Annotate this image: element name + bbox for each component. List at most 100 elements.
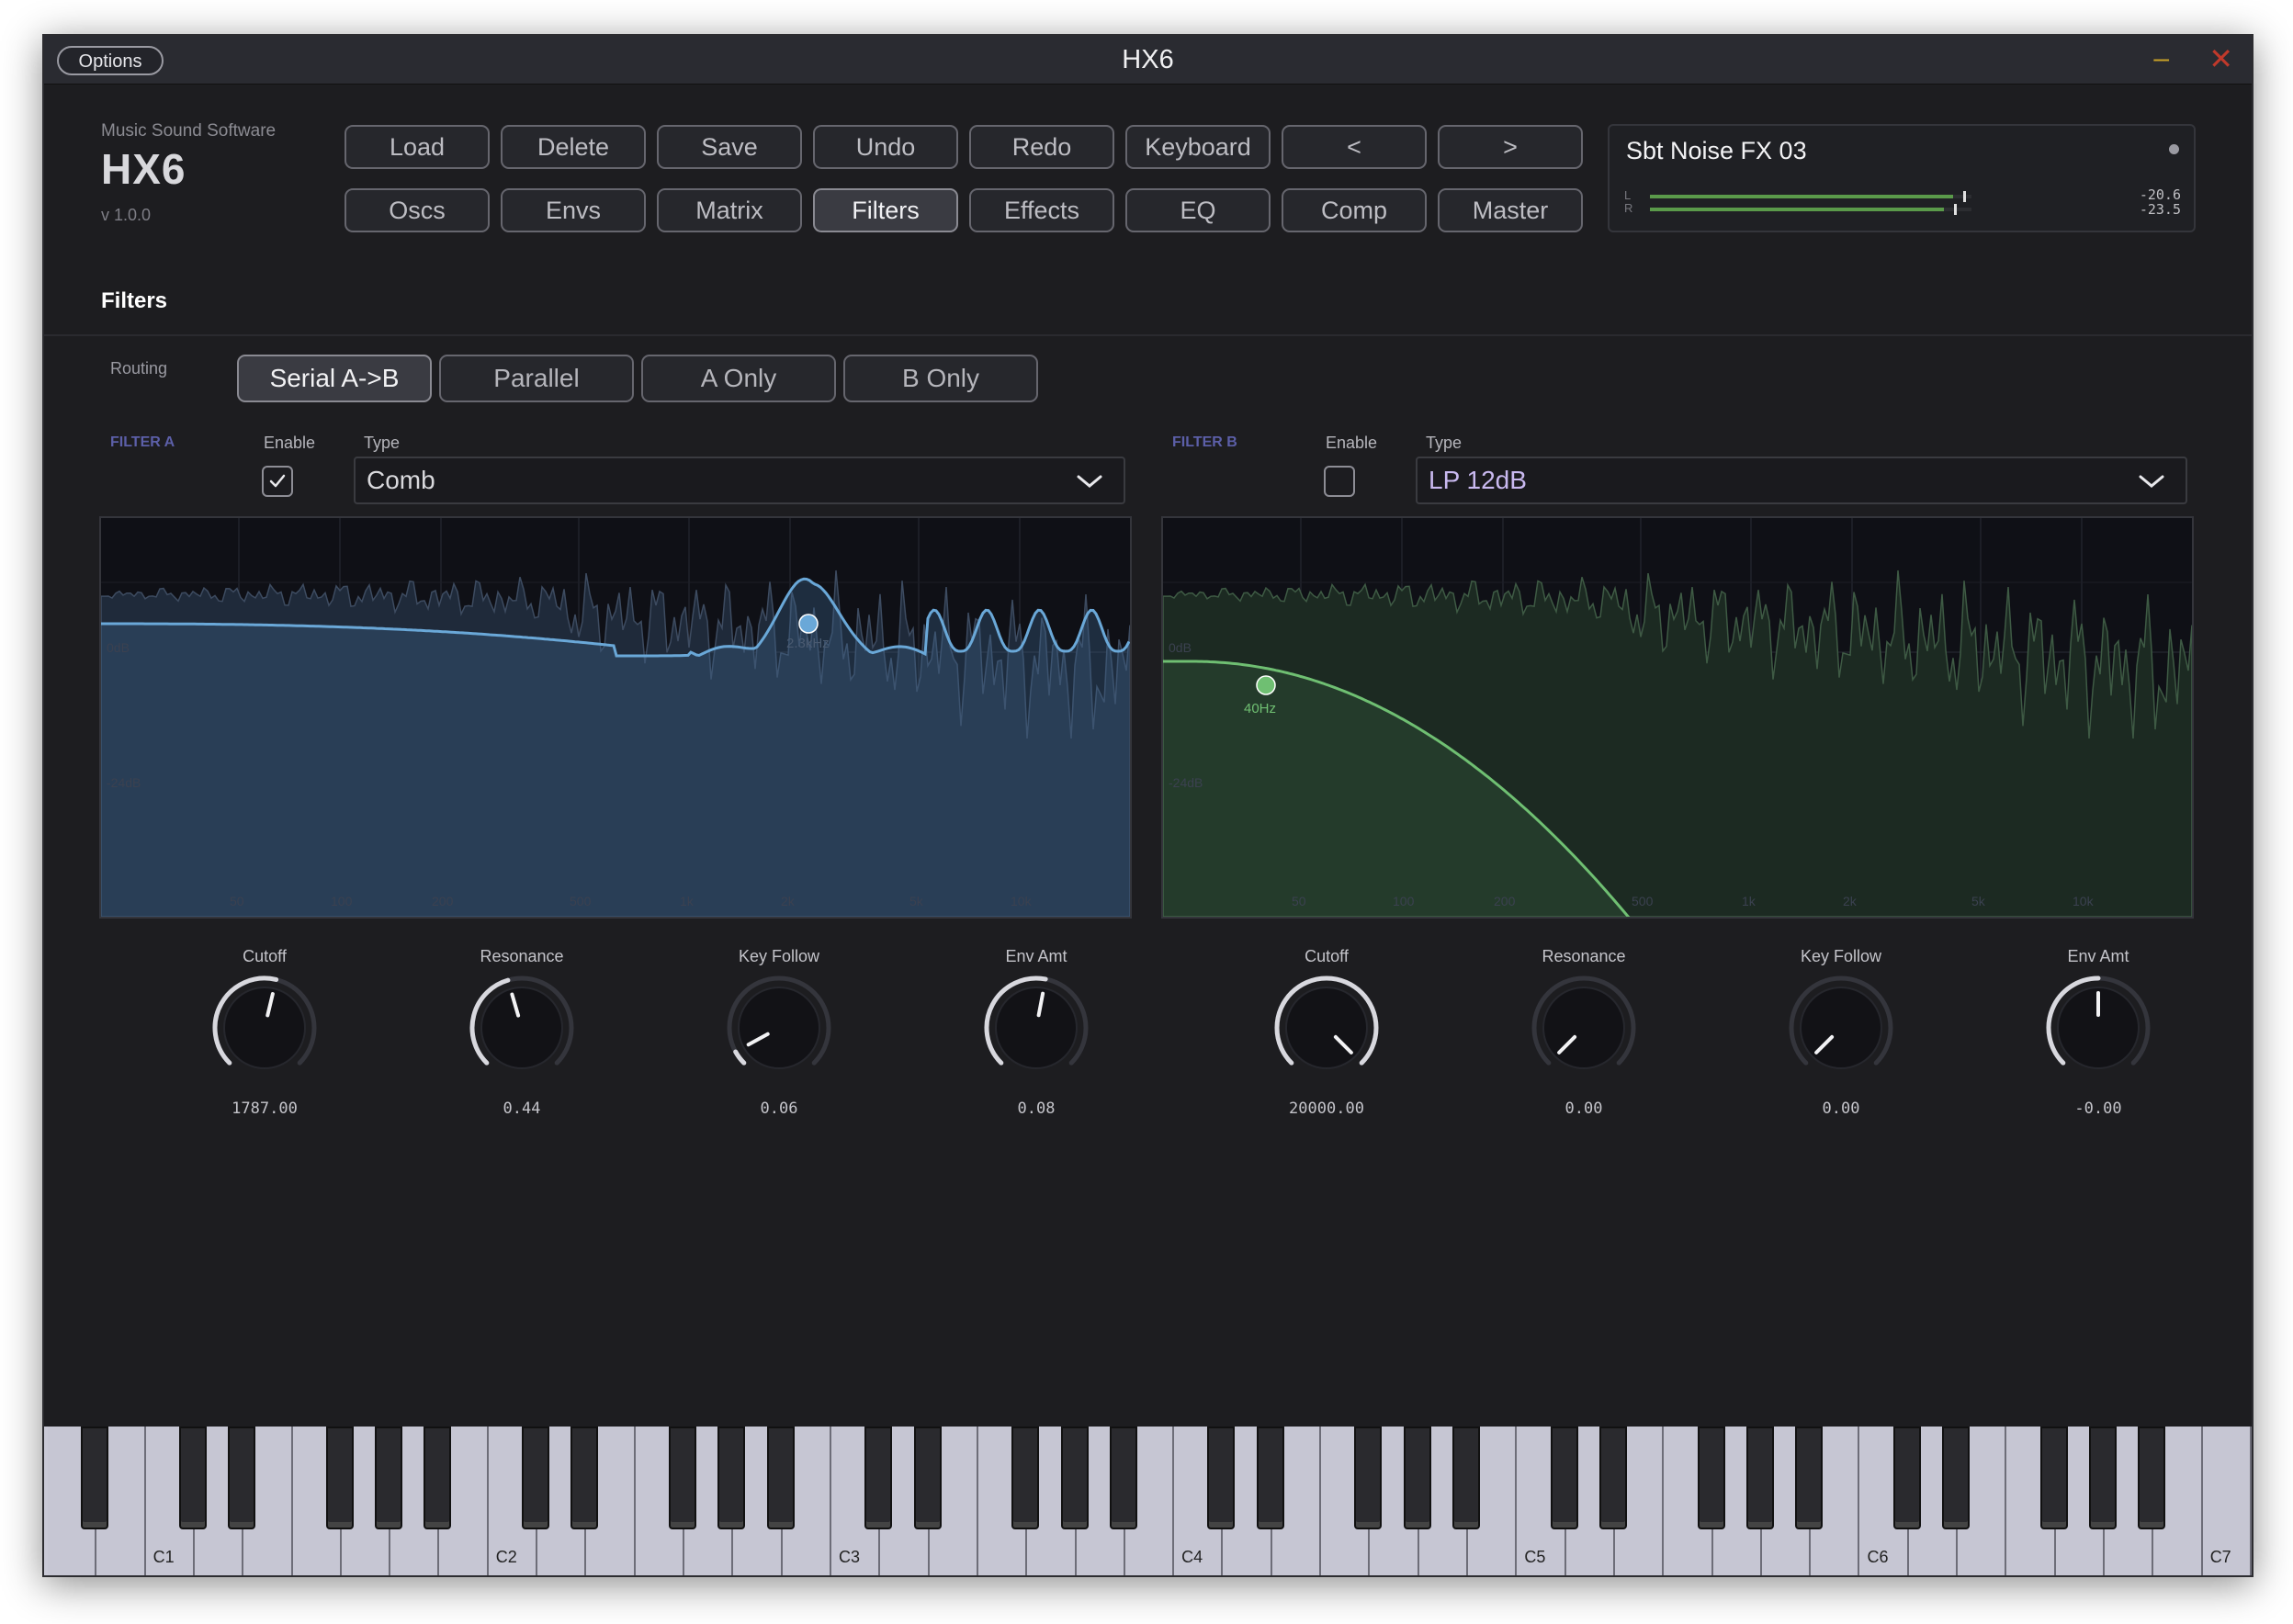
freq-label: 2k <box>781 894 796 908</box>
filter-a-cutoff-knob[interactable] <box>209 973 320 1083</box>
filter-a-enable-label: Enable <box>264 434 316 452</box>
checkmark-icon <box>269 474 286 488</box>
close-icon[interactable]: ✕ <box>2208 41 2233 76</box>
tab-matrix[interactable]: Matrix <box>657 188 802 232</box>
filter-b-enable-checkbox[interactable] <box>1324 466 1355 497</box>
octave-label: C3 <box>838 1548 860 1566</box>
piano-black-key[interactable] <box>1354 1427 1383 1529</box>
knob-body <box>738 987 820 1069</box>
piano-black-key[interactable] <box>1060 1427 1089 1529</box>
filter-a-resonance-value: 0.44 <box>503 1100 541 1118</box>
routing-b-only-button[interactable]: B Only <box>843 355 1038 402</box>
piano-black-key[interactable] <box>2138 1427 2166 1529</box>
filter-a-keyfollow-knob[interactable] <box>724 973 834 1083</box>
tab-oscs[interactable]: Oscs <box>345 188 490 232</box>
freq-label: 5k <box>909 894 924 908</box>
piano-black-key[interactable] <box>717 1427 746 1529</box>
piano-black-key[interactable] <box>766 1427 795 1529</box>
piano-black-key[interactable] <box>570 1427 599 1529</box>
routing-label: Routing <box>110 359 168 378</box>
piano-black-key[interactable] <box>1207 1427 1236 1529</box>
cutoff-handle[interactable] <box>1256 675 1276 695</box>
save-button[interactable]: Save <box>657 125 802 169</box>
piano-black-key[interactable] <box>228 1427 256 1529</box>
filter-a-enable-checkbox[interactable] <box>262 466 293 497</box>
next-preset-button[interactable]: > <box>1438 125 1583 169</box>
filter-b-resonance-knob[interactable] <box>1529 973 1639 1083</box>
piano-black-key[interactable] <box>1256 1427 1284 1529</box>
filter-a-response-graph[interactable]: 0dB -24dB 50 100 200 500 1k 2k 5k 10k 2.3kHz <box>99 516 1132 919</box>
routing-serial-button[interactable]: Serial A->B <box>237 355 432 402</box>
tab-envs[interactable]: Envs <box>501 188 646 232</box>
filter-a-resonance-knob[interactable] <box>467 973 577 1083</box>
piano-black-key[interactable] <box>325 1427 354 1529</box>
brand-subtitle: Music Sound Software <box>101 121 277 141</box>
piano-black-key[interactable] <box>81 1427 109 1529</box>
piano-keyboard[interactable]: C1C2C3C4C5C6C7C8 <box>44 1427 2252 1575</box>
prev-preset-button[interactable]: < <box>1282 125 1427 169</box>
db-label: 0dB <box>107 640 130 655</box>
piano-black-key[interactable] <box>864 1427 893 1529</box>
keyboard-button[interactable]: Keyboard <box>1125 125 1271 169</box>
filter-b-envamt-knob[interactable] <box>2043 973 2153 1083</box>
filter-b-keyfollow-knob[interactable] <box>1786 973 1896 1083</box>
brand-logo: HX6 <box>101 145 186 193</box>
tab-effects[interactable]: Effects <box>969 188 1114 232</box>
piano-black-key[interactable] <box>1403 1427 1431 1529</box>
filter-b-type-select[interactable]: LP 12dB <box>1416 457 2187 504</box>
piano-black-key[interactable] <box>1598 1427 1627 1529</box>
piano-black-key[interactable] <box>178 1427 207 1529</box>
freq-label: 200 <box>1494 894 1516 908</box>
piano-black-key[interactable] <box>1795 1427 1824 1529</box>
piano-black-key[interactable] <box>1452 1427 1481 1529</box>
piano-black-key[interactable] <box>1942 1427 1971 1529</box>
octave-label: C1 <box>152 1548 175 1566</box>
filter-a-envamt-knob[interactable] <box>981 973 1091 1083</box>
filter-b-label: FILTER B <box>1172 434 1237 450</box>
page-title: Filters <box>101 288 168 313</box>
preset-display[interactable]: Sbt Noise FX 03 L R -20.6 -23.5 <box>1608 124 2196 232</box>
undo-button[interactable]: Undo <box>813 125 958 169</box>
octave-label: C4 <box>1181 1548 1203 1566</box>
tab-master[interactable]: Master <box>1438 188 1583 232</box>
piano-black-key[interactable] <box>522 1427 550 1529</box>
piano-black-key[interactable] <box>424 1427 452 1529</box>
preset-status-dot-icon <box>2169 144 2179 154</box>
piano-black-key[interactable] <box>1011 1427 1040 1529</box>
freq-label: 10k <box>1011 894 1033 908</box>
redo-button[interactable]: Redo <box>969 125 1114 169</box>
piano-black-key[interactable] <box>1745 1427 1774 1529</box>
delete-button[interactable]: Delete <box>501 125 646 169</box>
piano-black-key[interactable] <box>1109 1427 1137 1529</box>
load-button[interactable]: Load <box>345 125 490 169</box>
filter-b-spectrum: 0dB -24dB 50 100 200 500 1k 2k 5k 10k 40Hz <box>1162 518 2193 955</box>
filter-a-type-select[interactable]: Comb <box>354 457 1125 504</box>
freq-label: 200 <box>432 894 454 908</box>
piano-black-key[interactable] <box>2039 1427 2068 1529</box>
piano-black-key[interactable] <box>2089 1427 2118 1529</box>
filter-b-cutoff-knob[interactable] <box>1271 973 1382 1083</box>
tab-filters[interactable]: Filters <box>813 188 958 232</box>
piano-black-key[interactable] <box>1892 1427 1921 1529</box>
freq-label: 5k <box>1971 894 1986 908</box>
chevron-down-icon <box>2139 475 2164 488</box>
piano-black-key[interactable] <box>375 1427 403 1529</box>
piano-black-key[interactable] <box>669 1427 697 1529</box>
freq-label: 50 <box>230 894 244 908</box>
filter-b-envamt-label: Env Amt <box>2067 947 2129 965</box>
piano-black-key[interactable] <box>1697 1427 1725 1529</box>
piano-black-key[interactable] <box>913 1427 942 1529</box>
filter-b-response-graph[interactable]: 0dB -24dB 50 100 200 500 1k 2k 5k 10k 40Hz <box>1161 516 2194 955</box>
cutoff-handle[interactable] <box>798 614 819 634</box>
tab-eq[interactable]: EQ <box>1125 188 1271 232</box>
tab-comp[interactable]: Comp <box>1282 188 1427 232</box>
minimize-icon[interactable]: – <box>2153 43 2169 74</box>
knob-body <box>480 987 563 1069</box>
filter-a-cutoff-label: Cutoff <box>243 947 287 965</box>
routing-a-only-button[interactable]: A Only <box>641 355 836 402</box>
section-divider <box>44 334 2252 336</box>
piano-black-key[interactable] <box>1550 1427 1578 1529</box>
routing-parallel-button[interactable]: Parallel <box>439 355 634 402</box>
db-label: 0dB <box>1169 640 1192 655</box>
filter-b-enable-label: Enable <box>1326 434 1378 452</box>
